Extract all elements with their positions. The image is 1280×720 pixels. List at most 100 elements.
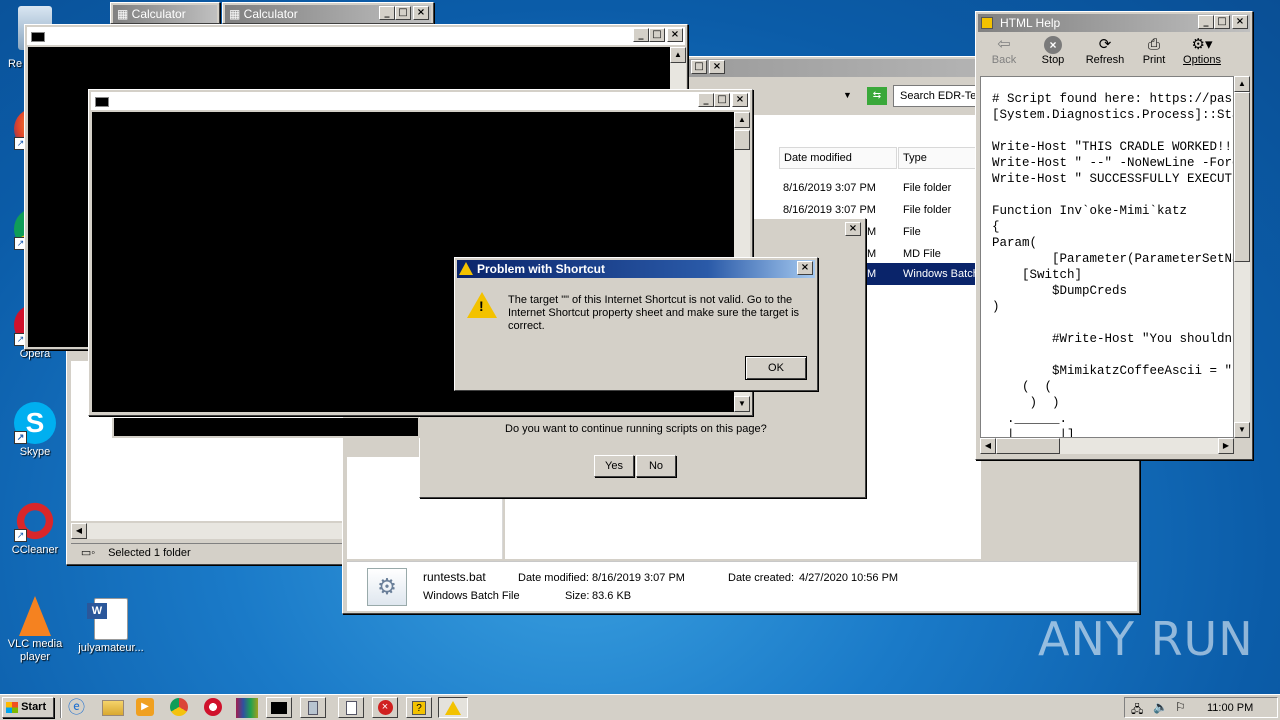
script-code: # Script found here: https://past [Syste…: [992, 92, 1234, 438]
warning-taskbar-button[interactable]: [438, 697, 468, 718]
anyrun-watermark: ANY RUN: [1038, 612, 1254, 666]
table-row[interactable]: 8/16/2019 3:07 PM File folder: [779, 177, 989, 199]
yes-button[interactable]: Yes: [594, 455, 634, 477]
close-button[interactable]: ×: [845, 222, 861, 236]
script-question: Do you want to continue running scripts …: [505, 423, 767, 435]
minimize-button[interactable]: _: [698, 93, 714, 107]
chrome-taskbar-icon[interactable]: [170, 698, 188, 716]
minimize-button[interactable]: _: [1198, 15, 1214, 29]
horizontal-scrollbar[interactable]: ◀ ▶: [980, 438, 1234, 454]
opera-taskbar-icon[interactable]: [204, 698, 222, 716]
scroll-left-button[interactable]: ◀: [980, 438, 996, 454]
volume-icon[interactable]: 🔈: [1153, 700, 1168, 714]
scroll-up-button[interactable]: ▲: [670, 47, 686, 63]
details-modified: 8/16/2019 3:07 PM: [592, 572, 685, 584]
row-type: MD File: [903, 248, 941, 260]
maximize-button[interactable]: □: [691, 60, 707, 74]
winrar-taskbar-icon[interactable]: [236, 698, 258, 718]
details-pane: ⚙ runtests.bat Windows Batch File Date m…: [347, 561, 1137, 611]
error-taskbar-button[interactable]: ×: [372, 697, 398, 718]
close-button[interactable]: ×: [1232, 15, 1248, 29]
window-title: Calculator: [131, 7, 186, 21]
go-refresh-button[interactable]: ⇆: [867, 87, 887, 105]
status-bar: ▭◦ Selected 1 folder: [71, 543, 353, 561]
close-button[interactable]: ×: [667, 28, 683, 42]
scroll-down-button[interactable]: ▼: [1234, 422, 1250, 438]
details-size-label: Size:: [565, 590, 590, 602]
maximize-button[interactable]: □: [395, 6, 411, 20]
dialog-titlebar[interactable]: Problem with Shortcut: [457, 260, 815, 278]
scroll-up-button[interactable]: ▲: [734, 112, 750, 128]
address-dropdown-arrow[interactable]: ▼: [843, 87, 857, 103]
scroll-thumb[interactable]: [996, 438, 1060, 454]
system-tray: 🖧 🔈 ⚐ 11:00 PM: [1124, 697, 1278, 718]
console-taskbar-button[interactable]: [266, 697, 292, 718]
help-taskbar-button[interactable]: ?: [406, 697, 432, 718]
html-help-window[interactable]: HTML Help _ □ × ⇦ Back × Stop ⟳ Refresh …: [975, 11, 1253, 460]
calculator-taskbar-button[interactable]: [300, 697, 326, 718]
console-window-3-edge[interactable]: [112, 418, 420, 438]
calculator-icon: ▦: [117, 7, 132, 21]
window-controls: _ □ ×: [633, 28, 683, 42]
action-center-flag-icon[interactable]: ⚐: [1175, 700, 1186, 714]
scroll-right-button[interactable]: ▶: [1218, 438, 1234, 454]
drive-icon: ▭◦: [80, 547, 96, 559]
desktop-icon-word-doc[interactable]: W julyamateur...: [76, 598, 146, 654]
back-icon: ⇦: [997, 36, 1011, 53]
close-button[interactable]: ×: [797, 261, 813, 275]
scroll-thumb[interactable]: [734, 130, 750, 150]
minimize-button[interactable]: _: [633, 28, 649, 42]
options-button[interactable]: ⚙▾ Options: [1180, 36, 1224, 66]
minimize-button[interactable]: _: [379, 6, 395, 20]
details-created-label: Date created:: [728, 572, 795, 584]
calculator-window-1[interactable]: ▦ Calculator: [110, 2, 220, 24]
search-input[interactable]: Search EDR-Tes: [893, 85, 983, 107]
maximize-button[interactable]: □: [649, 28, 665, 42]
horizontal-scrollbar[interactable]: ◀: [71, 523, 353, 539]
maximize-button[interactable]: □: [714, 93, 730, 107]
toolbar-label: Options: [1183, 54, 1221, 66]
no-button[interactable]: No: [636, 455, 676, 477]
scroll-up-button[interactable]: ▲: [1234, 76, 1250, 92]
scroll-thumb[interactable]: [1234, 92, 1250, 262]
help-content[interactable]: # Script found here: https://past [Syste…: [980, 76, 1234, 438]
calculator-icon: [308, 701, 318, 715]
console-titlebar[interactable]: [91, 92, 750, 110]
desktop-icon-label: julyamateur...: [78, 642, 144, 654]
document-taskbar-button[interactable]: [338, 697, 364, 718]
media-player-taskbar-icon[interactable]: ▶: [136, 698, 154, 716]
maximize-button[interactable]: □: [1214, 15, 1230, 29]
calculator-window-2[interactable]: ▦ Calculator _ □ ×: [222, 2, 434, 24]
close-button[interactable]: ×: [732, 93, 748, 107]
network-icon[interactable]: 🖧: [1131, 701, 1143, 720]
shortcut-arrow-icon: ↗: [14, 529, 27, 542]
quick-launch-separator: [60, 698, 62, 718]
close-button[interactable]: ×: [709, 60, 725, 74]
explorer-taskbar-icon[interactable]: [102, 700, 124, 716]
start-label: Start: [21, 701, 47, 713]
column-header-date[interactable]: Date modified: [779, 147, 897, 169]
details-filename: runtests.bat: [423, 570, 486, 584]
start-button[interactable]: Start: [2, 697, 54, 718]
clock[interactable]: 11:00 PM: [1207, 702, 1253, 714]
desktop-icon-vlc[interactable]: VLC media player: [0, 596, 70, 664]
print-button[interactable]: ⎙ Print: [1134, 36, 1174, 66]
stop-button[interactable]: × Stop: [1033, 36, 1073, 66]
back-button[interactable]: ⇦ Back: [984, 36, 1024, 66]
refresh-button[interactable]: ⟳ Refresh: [1082, 36, 1128, 66]
console-titlebar[interactable]: [27, 27, 685, 45]
calculator-icon: ▦: [229, 7, 244, 21]
vertical-scrollbar[interactable]: ▲ ▼: [1234, 76, 1250, 438]
skype-icon: S ↗: [14, 402, 56, 444]
scroll-left-button[interactable]: ◀: [71, 523, 87, 539]
scroll-down-button[interactable]: ▼: [734, 396, 750, 412]
desktop-icon-ccleaner[interactable]: ↗ CCleaner: [0, 500, 70, 556]
calculator-titlebar[interactable]: ▦ Calculator: [113, 5, 217, 23]
ok-button[interactable]: OK: [745, 356, 807, 380]
close-button[interactable]: ×: [413, 6, 429, 20]
ie-taskbar-icon[interactable]: ⓔ: [68, 698, 90, 718]
toolbar-label: Back: [991, 54, 1017, 66]
row-date: M: [867, 268, 877, 280]
desktop-icon-skype[interactable]: S ↗ Skype: [0, 402, 70, 458]
shortcut-error-dialog[interactable]: Problem with Shortcut × ! The target "" …: [454, 257, 818, 391]
